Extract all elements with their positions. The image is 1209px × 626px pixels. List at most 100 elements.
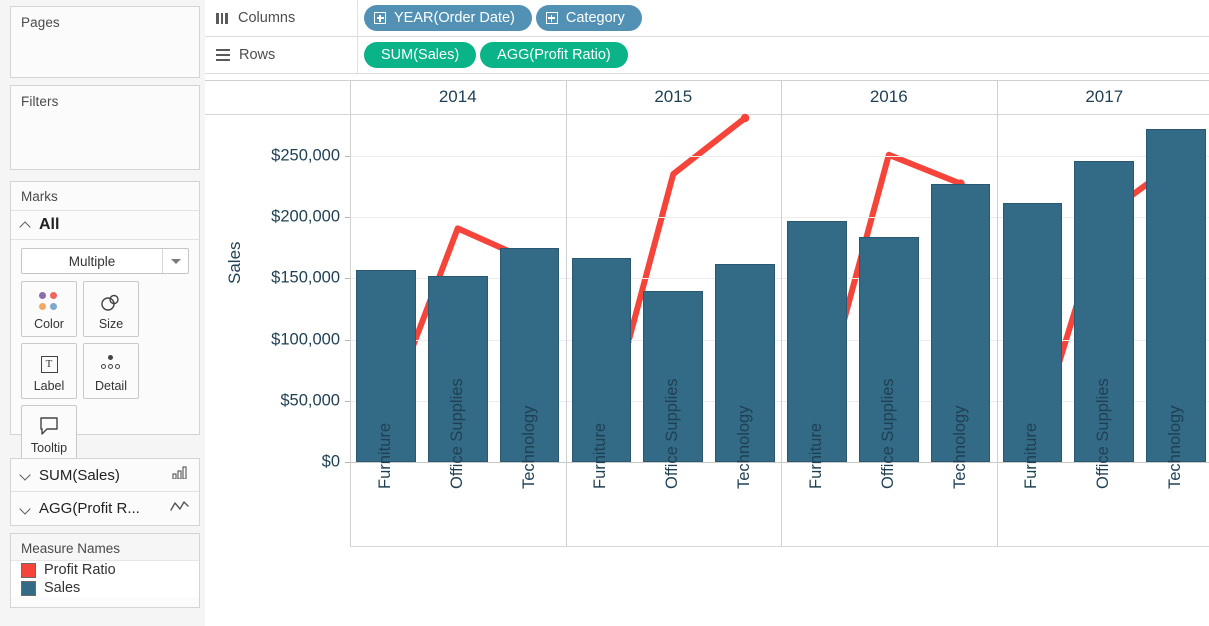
header-separator (350, 81, 351, 114)
category-tick-label[interactable]: Furniture (591, 423, 610, 489)
panel-separator (997, 81, 998, 546)
size-button[interactable]: Size (83, 281, 139, 337)
rows-icon (216, 49, 230, 61)
legend-item-sales[interactable]: Sales (11, 579, 199, 597)
bar-chart-icon (172, 466, 189, 484)
category-tick-label[interactable]: Furniture (1022, 423, 1041, 489)
marks-card-agg-profit-ratio[interactable]: AGG(Profit R... (11, 492, 199, 525)
visualization-pane[interactable]: Sales Profit Ratio $0$50,000$100,000$150… (205, 80, 1209, 626)
pill-year-order-date[interactable]: YEAR(Order Date) (364, 5, 532, 31)
profit-ratio-point[interactable] (741, 114, 749, 122)
size-circles-icon (99, 290, 123, 314)
category-tick-label[interactable]: Furniture (807, 423, 826, 489)
color-button-label: Color (34, 317, 64, 331)
marks-card-sum-sales[interactable]: SUM(Sales) (11, 459, 199, 492)
pages-shelf[interactable]: Pages (10, 6, 200, 78)
pill-sum-sales[interactable]: SUM(Sales) (364, 42, 476, 68)
chevron-down-icon[interactable] (20, 503, 32, 515)
columns-icon (216, 12, 229, 24)
columns-shelf-label-cell: Columns (205, 0, 358, 37)
pill-agg-profit-ratio[interactable]: AGG(Profit Ratio) (480, 42, 628, 68)
pill-agg-profit-ratio-label: AGG(Profit Ratio) (497, 47, 611, 63)
category-tick-label[interactable]: Office Supplies (448, 378, 467, 489)
mark-type-dropdown[interactable]: Multiple (21, 248, 189, 274)
y-axis-title: Sales (225, 241, 245, 284)
measure-mark-cards: SUM(Sales) AGG(Profit R... (10, 458, 200, 526)
columns-shelf[interactable]: Columns YEAR(Order Date) Category (205, 0, 1209, 37)
category-tick-label[interactable]: Technology (1166, 406, 1185, 489)
size-button-label: Size (99, 317, 123, 331)
rows-shelf-pills: SUM(Sales) AGG(Profit Ratio) (358, 42, 628, 68)
y-axis-tick-label: $200,000 (271, 208, 340, 227)
pill-sum-sales-label: SUM(Sales) (381, 47, 459, 63)
chevron-down-icon[interactable] (20, 469, 32, 481)
year-column-header[interactable]: 2016 (781, 83, 997, 111)
legend-label-profit-ratio: Profit Ratio (44, 562, 116, 578)
tableau-worksheet: Pages Filters Marks All Multiple Color (0, 0, 1209, 626)
plot-left-border (350, 81, 351, 546)
category-tick-label[interactable]: Office Supplies (663, 378, 682, 489)
tooltip-bubble-icon (38, 414, 60, 438)
shelf-area: Columns YEAR(Order Date) Category Rows (205, 0, 1209, 80)
detail-button[interactable]: Detail (83, 343, 139, 399)
year-column-header[interactable]: 2017 (997, 83, 1209, 111)
y-axis-tick-label: $0 (322, 453, 340, 472)
detail-dots-icon (100, 352, 122, 376)
left-sidebar: Pages Filters Marks All Multiple Color (0, 0, 205, 626)
marks-card-sum-sales-label: SUM(Sales) (39, 467, 165, 484)
marks-all-row[interactable]: All (11, 211, 199, 240)
chart-canvas: Sales Profit Ratio $0$50,000$100,000$150… (205, 81, 1209, 626)
pages-shelf-title: Pages (11, 7, 199, 36)
marks-card-agg-profit-ratio-label: AGG(Profit R... (39, 500, 163, 517)
color-legend: Measure Names Profit Ratio Sales (10, 533, 200, 608)
marks-all-label: All (39, 216, 59, 234)
y-axis-tick-label: $100,000 (271, 330, 340, 349)
x-axis-line (350, 462, 1209, 463)
detail-button-label: Detail (95, 379, 127, 393)
pill-category[interactable]: Category (536, 5, 642, 31)
expand-plus-icon[interactable] (546, 12, 558, 24)
category-tick-label[interactable]: Technology (520, 406, 539, 489)
y-axis-tick-label: $150,000 (271, 269, 340, 288)
label-button[interactable]: T Label (21, 343, 77, 399)
rows-shelf[interactable]: Rows SUM(Sales) AGG(Profit Ratio) (205, 37, 1209, 74)
legend-item-profit-ratio[interactable]: Profit Ratio (11, 561, 199, 579)
label-text-icon: T (41, 352, 58, 376)
category-tick-label[interactable]: Technology (951, 406, 970, 489)
panel-separator (566, 81, 567, 546)
header-separator (566, 81, 567, 114)
category-tick-label[interactable]: Technology (735, 406, 754, 489)
line-chart-icon (170, 500, 189, 518)
category-tick-label[interactable]: Office Supplies (1094, 378, 1113, 489)
chevron-down-icon[interactable] (162, 249, 188, 273)
expand-plus-icon[interactable] (374, 12, 386, 24)
mark-type-value: Multiple (22, 254, 162, 269)
legend-swatch-sales (21, 581, 36, 596)
category-tick-label[interactable]: Furniture (376, 423, 395, 489)
pill-category-label: Category (566, 10, 625, 26)
gridline (350, 156, 1209, 157)
color-button[interactable]: Color (21, 281, 77, 337)
rows-shelf-label-cell: Rows (205, 37, 358, 74)
year-column-header[interactable]: 2014 (350, 83, 566, 111)
filters-shelf[interactable]: Filters (10, 85, 200, 170)
y-axis-tick-label: $50,000 (280, 391, 340, 410)
legend-label-sales: Sales (44, 580, 80, 596)
marks-card-title: Marks (11, 182, 199, 211)
header-separator (781, 81, 782, 114)
columns-shelf-pills: YEAR(Order Date) Category (358, 5, 642, 31)
category-tick-label[interactable]: Office Supplies (879, 378, 898, 489)
rows-shelf-label: Rows (239, 47, 275, 63)
legend-swatch-profit-ratio (21, 563, 36, 578)
year-column-header[interactable]: 2015 (566, 83, 782, 111)
header-baseline (205, 114, 1209, 115)
tooltip-button-label: Tooltip (31, 441, 67, 455)
marks-property-buttons: Color Size T Label (11, 274, 199, 461)
y-axis-tick-label: $250,000 (271, 147, 340, 166)
columns-shelf-label: Columns (238, 10, 295, 26)
pill-year-order-date-label: YEAR(Order Date) (394, 10, 515, 26)
footer-divider (350, 546, 1209, 547)
filters-shelf-title: Filters (11, 86, 199, 115)
chevron-up-icon[interactable] (20, 219, 32, 231)
tooltip-button[interactable]: Tooltip (21, 405, 77, 461)
